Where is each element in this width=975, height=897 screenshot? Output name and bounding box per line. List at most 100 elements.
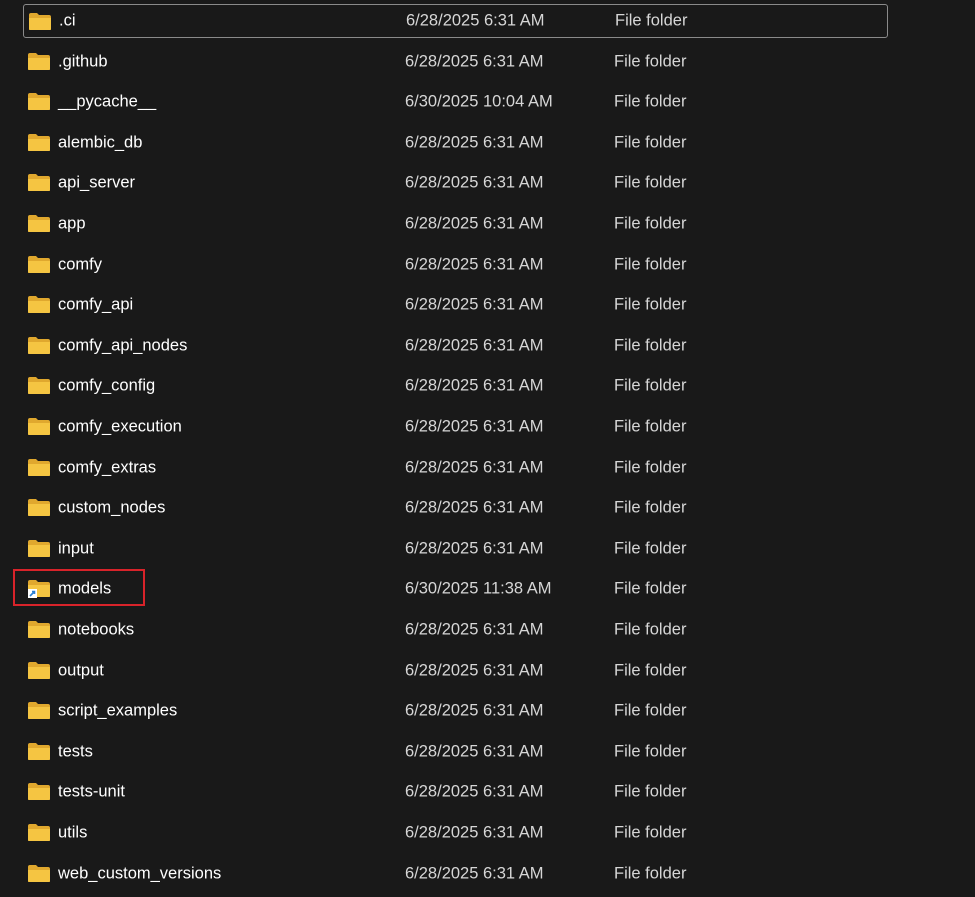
- folder-icon: [27, 539, 51, 558]
- file-row[interactable]: comfy_execution 6/28/2025 6:31 AM File fol…: [23, 410, 888, 444]
- file-name[interactable]: web_custom_versions: [58, 864, 221, 883]
- file-row[interactable]: notebooks 6/28/2025 6:31 AM File folder: [23, 613, 888, 647]
- folder-icon: [27, 458, 51, 477]
- file-name[interactable]: output: [58, 661, 104, 680]
- file-name[interactable]: custom_nodes: [58, 499, 165, 518]
- folder-icon: [27, 864, 51, 883]
- folder-icon: [27, 336, 51, 355]
- file-type: File folder: [614, 376, 687, 395]
- file-row[interactable]: tests 6/28/2025 6:31 AM File folder: [23, 735, 888, 769]
- file-row[interactable]: comfy_config 6/28/2025 6:31 AM File folder: [23, 369, 888, 403]
- file-type: File folder: [614, 864, 687, 883]
- file-type: File folder: [614, 498, 687, 517]
- file-name[interactable]: comfy_api: [58, 296, 133, 315]
- date-modified: 6/28/2025 6:31 AM: [405, 255, 544, 274]
- file-row[interactable]: script_examples 6/28/2025 6:31 AM File fol…: [23, 694, 888, 728]
- date-modified: 6/28/2025 6:31 AM: [406, 11, 545, 30]
- folder-icon: [27, 295, 51, 314]
- file-name[interactable]: script_examples: [58, 702, 177, 721]
- folder-icon: [27, 417, 51, 436]
- date-modified: 6/28/2025 6:31 AM: [405, 458, 544, 477]
- folder-icon: [27, 92, 51, 111]
- file-name[interactable]: utils: [58, 824, 87, 843]
- folder-icon: [27, 620, 51, 639]
- folder-icon: [27, 173, 51, 192]
- file-name[interactable]: alembic_db: [58, 133, 142, 152]
- file-type: File folder: [614, 539, 687, 558]
- folder-icon: [28, 12, 52, 31]
- date-modified: 6/28/2025 6:31 AM: [405, 823, 544, 842]
- date-modified: 6/28/2025 6:31 AM: [405, 620, 544, 639]
- file-name[interactable]: app: [58, 215, 86, 234]
- file-type: File folder: [615, 11, 688, 30]
- file-type: File folder: [614, 255, 687, 274]
- file-row[interactable]: comfy 6/28/2025 6:31 AM File folder: [23, 248, 888, 282]
- folder-icon: [27, 823, 51, 842]
- file-row[interactable]: comfy_api 6/28/2025 6:31 AM File folder: [23, 288, 888, 322]
- file-name[interactable]: .github: [58, 52, 108, 71]
- file-row[interactable]: .github 6/28/2025 6:31 AM File folder: [23, 45, 888, 79]
- file-type: File folder: [614, 417, 687, 436]
- file-row[interactable]: comfy_api_nodes 6/28/2025 6:31 AM File fol…: [23, 329, 888, 363]
- date-modified: 6/28/2025 6:31 AM: [405, 52, 544, 71]
- folder-shortcut-icon: [27, 579, 51, 599]
- file-type: File folder: [614, 214, 687, 233]
- file-name[interactable]: comfy_execution: [58, 418, 182, 437]
- file-name[interactable]: .ci: [59, 12, 76, 31]
- file-row[interactable]: output 6/28/2025 6:31 AM File folder: [23, 654, 888, 688]
- date-modified: 6/28/2025 6:31 AM: [405, 133, 544, 152]
- file-row[interactable]: utils 6/28/2025 6:31 AM File folder: [23, 816, 888, 850]
- file-row[interactable]: app 6/28/2025 6:31 AM File folder: [23, 207, 888, 241]
- file-row[interactable]: .ci 6/28/2025 6:31 AM File folder: [23, 4, 888, 38]
- date-modified: 6/30/2025 10:04 AM: [405, 92, 553, 111]
- date-modified: 6/28/2025 6:31 AM: [405, 336, 544, 355]
- date-modified: 6/28/2025 6:31 AM: [405, 782, 544, 801]
- file-type: File folder: [614, 52, 687, 71]
- folder-icon: [27, 742, 51, 761]
- file-row[interactable]: api_server 6/28/2025 6:31 AM File folder: [23, 166, 888, 200]
- file-name[interactable]: api_server: [58, 174, 135, 193]
- file-row[interactable]: alembic_db 6/28/2025 6:31 AM File folder: [23, 126, 888, 160]
- file-type: File folder: [614, 92, 687, 111]
- date-modified: 6/30/2025 11:38 AM: [405, 579, 552, 598]
- file-name[interactable]: comfy_api_nodes: [58, 336, 187, 355]
- file-row[interactable]: tests-unit 6/28/2025 6:31 AM File folder: [23, 775, 888, 809]
- file-type: File folder: [614, 823, 687, 842]
- file-row[interactable]: comfy_extras 6/28/2025 6:31 AM File folder: [23, 451, 888, 485]
- file-type: File folder: [614, 295, 687, 314]
- file-type: File folder: [614, 742, 687, 761]
- file-row[interactable]: web_custom_versions 6/28/2025 6:31 AM File…: [23, 857, 888, 891]
- file-name[interactable]: tests-unit: [58, 783, 125, 802]
- folder-icon: [27, 376, 51, 395]
- file-type: File folder: [614, 458, 687, 477]
- file-name[interactable]: input: [58, 539, 94, 558]
- file-type: File folder: [614, 661, 687, 680]
- file-type: File folder: [614, 336, 687, 355]
- date-modified: 6/28/2025 6:31 AM: [405, 864, 544, 883]
- file-row[interactable]: __pycache__ 6/30/2025 10:04 AM File folder: [23, 85, 888, 119]
- file-name[interactable]: comfy: [58, 255, 102, 274]
- file-name[interactable]: comfy_config: [58, 377, 155, 396]
- date-modified: 6/28/2025 6:31 AM: [405, 295, 544, 314]
- date-modified: 6/28/2025 6:31 AM: [405, 376, 544, 395]
- file-name[interactable]: notebooks: [58, 621, 134, 640]
- folder-icon: [27, 782, 51, 801]
- date-modified: 6/28/2025 6:31 AM: [405, 701, 544, 720]
- date-modified: 6/28/2025 6:31 AM: [405, 417, 544, 436]
- file-type: File folder: [614, 579, 687, 598]
- file-type: File folder: [614, 701, 687, 720]
- date-modified: 6/28/2025 6:31 AM: [405, 498, 544, 517]
- date-modified: 6/28/2025 6:31 AM: [405, 214, 544, 233]
- file-type: File folder: [614, 133, 687, 152]
- file-name[interactable]: models: [58, 580, 111, 599]
- file-row[interactable]: custom_nodes 6/28/2025 6:31 AM File folder: [23, 491, 888, 525]
- folder-icon: [27, 52, 51, 71]
- file-name[interactable]: comfy_extras: [58, 458, 156, 477]
- file-type: File folder: [614, 173, 687, 192]
- file-row[interactable]: models 6/30/2025 11:38 AM File folder: [23, 572, 888, 606]
- file-name[interactable]: __pycache__: [58, 93, 156, 112]
- file-list: .ci 6/28/2025 6:31 AM File folder .github 6/…: [0, 0, 975, 897]
- folder-icon: [27, 701, 51, 720]
- file-name[interactable]: tests: [58, 742, 93, 761]
- file-row[interactable]: input 6/28/2025 6:31 AM File folder: [23, 532, 888, 566]
